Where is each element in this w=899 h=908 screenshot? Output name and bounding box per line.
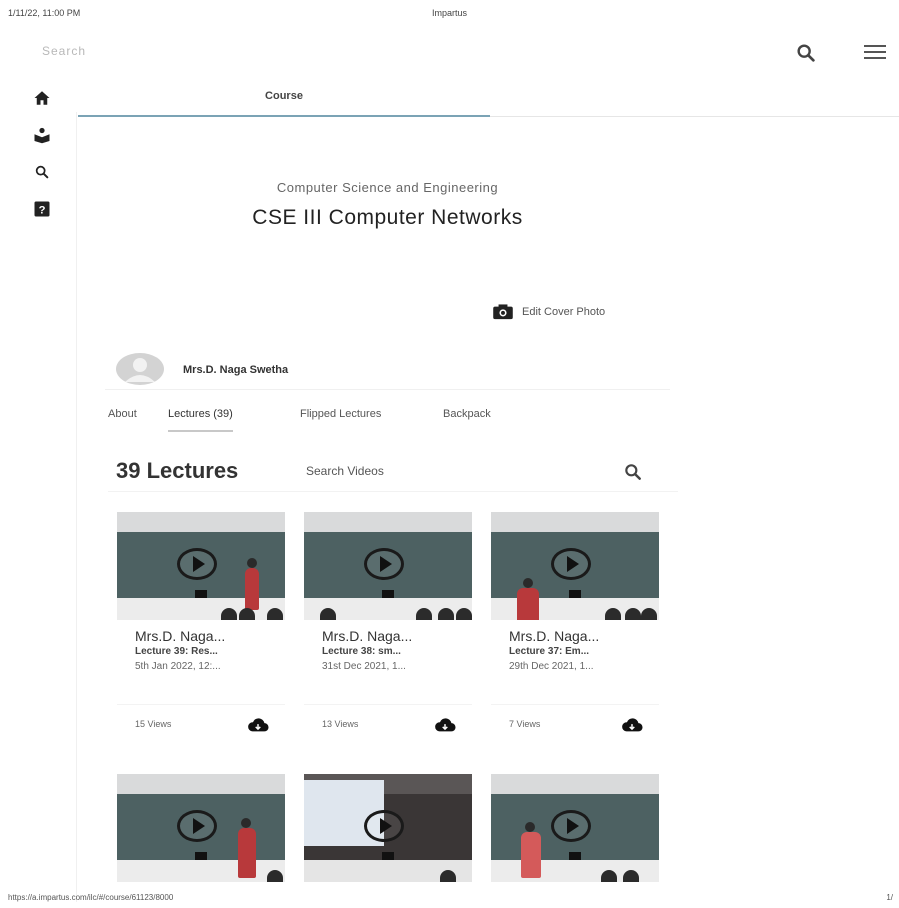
lecture-thumbnail[interactable] (117, 512, 285, 620)
sidebar-divider (76, 112, 77, 902)
play-icon[interactable] (177, 810, 217, 842)
edit-cover-label: Edit Cover Photo (522, 306, 606, 318)
play-icon[interactable] (364, 810, 404, 842)
lecture-instructor: Mrs.D. Naga... (135, 628, 226, 644)
instructor-name: Mrs.D. Naga Swetha (183, 364, 289, 376)
tab-flipped-lectures[interactable]: Flipped Lectures (300, 408, 381, 420)
lecture-instructor: Mrs.D. Naga... (509, 628, 600, 644)
top-bar: Search (0, 36, 899, 70)
play-icon[interactable] (364, 548, 404, 580)
search-icon[interactable] (623, 462, 643, 482)
sidebar: ? (32, 88, 58, 236)
svg-text:?: ? (39, 205, 46, 217)
captions-icon (195, 590, 207, 598)
view-count: 13 Views (322, 719, 359, 729)
lecture-date: 31st Dec 2021, 1... (322, 661, 406, 672)
view-count: 7 Views (509, 719, 541, 729)
print-page-number: 1/ (886, 893, 893, 902)
lecture-card[interactable]: Mrs.D. Naga... Lecture 39: Res... 5th Ja… (117, 512, 285, 732)
search-videos-input[interactable] (306, 464, 606, 478)
captions-icon (569, 852, 581, 860)
lecture-thumbnail[interactable] (304, 774, 472, 882)
lecture-date: 5th Jan 2022, 12:... (135, 661, 221, 672)
classroom-icon[interactable] (32, 125, 52, 145)
tab-backpack[interactable]: Backpack (443, 408, 491, 420)
tab-course[interactable]: Course (78, 84, 490, 117)
tab-lectures[interactable]: Lectures (39) (168, 408, 233, 432)
home-icon[interactable] (32, 88, 52, 108)
edit-cover-photo-button[interactable]: Edit Cover Photo (492, 303, 605, 321)
lecture-card[interactable] (304, 774, 472, 882)
search-icon[interactable] (795, 42, 817, 64)
course-tab-bar: Course (78, 84, 899, 117)
cloud-download-icon[interactable] (434, 717, 456, 733)
cloud-download-icon[interactable] (247, 717, 269, 733)
global-search-input[interactable]: Search (42, 44, 86, 58)
captions-icon (382, 852, 394, 860)
lecture-count: 39 Lectures (116, 458, 239, 483)
lecture-thumbnail[interactable] (117, 774, 285, 882)
lectures-header: 39 Lectures (108, 456, 678, 492)
help-icon[interactable]: ? (32, 199, 52, 219)
lecture-instructor: Mrs.D. Naga... (322, 628, 413, 644)
lecture-card[interactable] (491, 774, 659, 882)
profile-tabs: About Lectures (39) Flipped Lectures Bac… (100, 398, 675, 434)
captions-icon (569, 590, 581, 598)
print-title: Impartus (431, 8, 467, 18)
cloud-download-icon[interactable] (621, 717, 643, 733)
avatar (116, 353, 164, 385)
lecture-card[interactable]: Mrs.D. Naga... Lecture 37: Em... 29th De… (491, 512, 659, 732)
lecture-thumbnail[interactable] (491, 774, 659, 882)
search-icon[interactable] (32, 162, 52, 182)
lecture-title[interactable]: Lecture 37: Em... (509, 646, 659, 657)
print-url: https://a.impartus.com/ilc/#/course/6112… (8, 893, 174, 902)
lecture-card[interactable] (117, 774, 285, 882)
play-icon[interactable] (551, 810, 591, 842)
lecture-thumbnail[interactable] (304, 512, 472, 620)
camera-icon (493, 304, 513, 320)
print-header: 1/11/22, 11:00 PM Impartus (8, 8, 891, 22)
lecture-date: 29th Dec 2021, 1... (509, 661, 594, 672)
instructor-profile: Mrs.D. Naga Swetha (105, 350, 670, 390)
lecture-thumbnail[interactable] (491, 512, 659, 620)
view-count: 15 Views (135, 719, 172, 729)
lecture-title[interactable]: Lecture 39: Res... (135, 646, 285, 657)
tab-about[interactable]: About (108, 408, 137, 420)
course-title: CSE III Computer Networks (252, 206, 523, 229)
lecture-card[interactable]: Mrs.D. Naga... Lecture 38: sm... 31st De… (304, 512, 472, 732)
play-icon[interactable] (551, 548, 591, 580)
captions-icon (382, 590, 394, 598)
captions-icon (195, 852, 207, 860)
menu-icon[interactable] (864, 45, 886, 61)
lecture-title[interactable]: Lecture 38: sm... (322, 646, 472, 657)
play-icon[interactable] (177, 548, 217, 580)
department-name: Computer Science and Engineering (276, 180, 499, 195)
